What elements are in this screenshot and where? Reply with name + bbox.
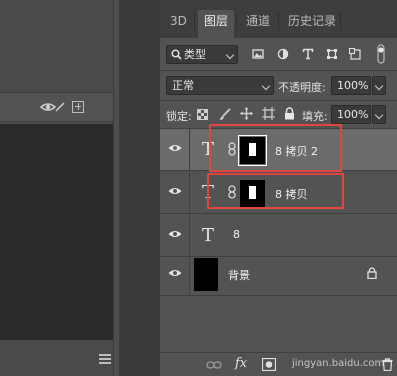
visibility-column-divider [189, 215, 190, 257]
layer-name[interactable]: 8 [233, 228, 240, 241]
eye-icon[interactable] [168, 229, 182, 239]
highlight-box-layer-8-copy [207, 173, 344, 209]
eye-icon[interactable] [168, 186, 182, 196]
layer-row-8[interactable]: T 8 [160, 215, 397, 257]
divider [160, 100, 397, 101]
layers-panel: 3D 图层 通道 历史记录 类型 正常 不透明度: 100% 锁定: 填充: 1… [160, 0, 397, 376]
lock-position-icon[interactable] [240, 107, 253, 120]
visibility-column-divider [189, 129, 190, 171]
delete-layer-icon[interactable] [382, 358, 393, 371]
tab-divider [194, 12, 195, 30]
fill-label: 填充: [302, 110, 328, 123]
chevron-down-icon [225, 50, 235, 60]
lock-label: 锁定: [166, 110, 192, 123]
fill-dropdown[interactable] [372, 105, 386, 124]
layer-name[interactable]: 背景 [228, 267, 250, 283]
blend-mode-select[interactable]: 正常 [166, 76, 274, 95]
eye-icon[interactable] [168, 143, 182, 153]
tab-divider [340, 12, 341, 30]
document-canvas[interactable] [0, 124, 113, 340]
panel-dock-gap [119, 0, 160, 376]
smart-object-filter-icon[interactable] [349, 48, 361, 60]
layers-bottom-toolbar: fx jingyan.baidu.com [160, 352, 397, 376]
adjustment-filter-icon[interactable] [277, 48, 289, 60]
type-filter-icon[interactable] [302, 48, 314, 60]
tab-3d[interactable]: 3D [164, 10, 193, 38]
add-item-icon[interactable] [72, 101, 84, 113]
blend-mode-label: 正常 [172, 79, 194, 92]
tab-channels[interactable]: 通道 [240, 10, 276, 38]
lock-image-pixels-icon[interactable] [219, 108, 231, 121]
visibility-column-divider [189, 172, 190, 214]
opacity-value: 100% [337, 79, 369, 92]
tab-divider [278, 12, 279, 30]
panel-tabs: 3D 图层 通道 历史记录 [160, 0, 397, 38]
opacity-dropdown[interactable] [372, 76, 386, 95]
search-icon [171, 49, 182, 60]
watermark: jingyan.baidu.com [292, 358, 385, 369]
lock-artboard-icon[interactable] [262, 107, 275, 120]
filter-kind-select[interactable]: 类型 [166, 45, 238, 64]
document-workspace [0, 0, 119, 376]
add-layer-style-button[interactable]: fx [235, 356, 247, 371]
fill-value: 100% [337, 108, 369, 121]
shape-filter-icon[interactable] [326, 48, 338, 60]
lock-transparent-pixels-icon[interactable] [197, 109, 208, 120]
tab-layers[interactable]: 图层 [198, 10, 235, 38]
text-layer-icon: T [202, 225, 215, 246]
eye-icon[interactable] [168, 268, 182, 278]
panel-menu-icon[interactable] [99, 354, 111, 366]
add-mask-icon[interactable] [262, 358, 276, 371]
filter-toggle-icon[interactable] [374, 44, 388, 64]
layer-thumbnail[interactable] [194, 258, 218, 291]
opacity-input[interactable]: 100% [331, 76, 371, 95]
tab-history[interactable]: 历史记录 [282, 10, 342, 38]
tab-divider [236, 12, 237, 30]
link-layers-icon[interactable] [206, 360, 222, 370]
filter-kind-label: 类型 [184, 48, 206, 61]
chevron-down-icon [374, 81, 384, 91]
chevron-down-icon [261, 81, 271, 91]
fill-input[interactable]: 100% [331, 105, 371, 124]
lock-icon [367, 267, 377, 279]
image-filter-icon[interactable] [252, 48, 264, 60]
visibility-column-divider [189, 254, 190, 296]
divider [160, 70, 397, 71]
opacity-label: 不透明度: [278, 81, 326, 94]
lock-all-icon[interactable] [284, 107, 295, 120]
layer-row-background[interactable]: 背景 [160, 254, 397, 296]
left-panel-toolbar [0, 92, 119, 122]
highlight-box-layer-8-copy-2 [209, 124, 342, 172]
chevron-down-icon [374, 110, 384, 120]
visibility-toggle-icon[interactable] [40, 101, 66, 113]
